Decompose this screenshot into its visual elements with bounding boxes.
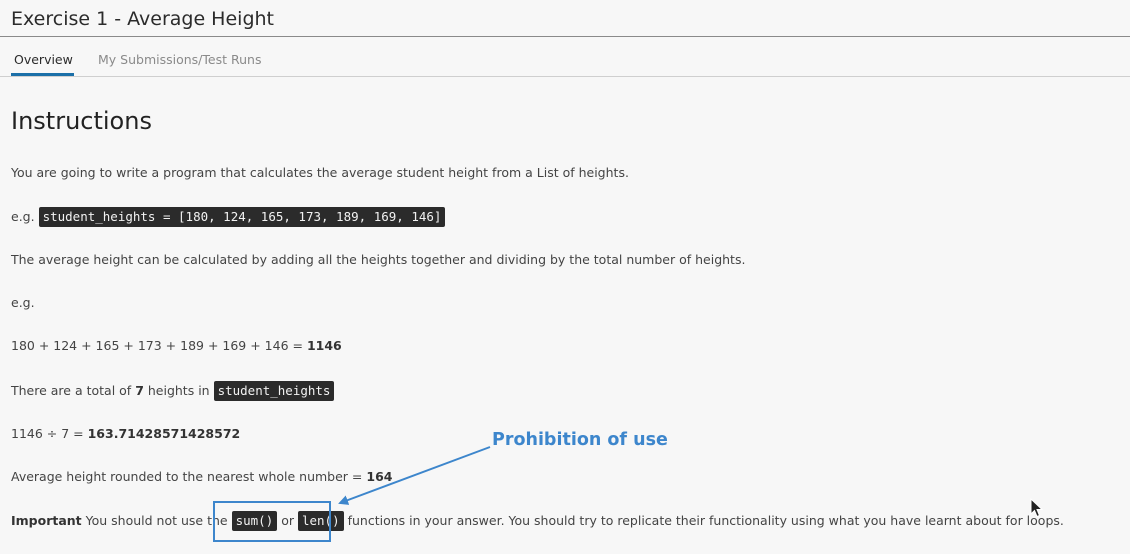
division-result: 163.71428571428572 xyxy=(87,426,241,441)
important-post: functions in your answer. You should try… xyxy=(343,513,1064,528)
division-expression: 1146 ÷ 7 = xyxy=(11,426,88,441)
count-prefix: There are a total of xyxy=(11,383,136,398)
rounded-line: Average height rounded to the nearest wh… xyxy=(11,469,392,485)
example-prefix: e.g. xyxy=(11,209,35,224)
important-label: Important xyxy=(11,513,82,528)
tab-bar: Overview My Submissions/Test Runs xyxy=(0,46,1130,76)
annotation-label: Prohibition of use xyxy=(492,430,668,450)
count-line: There are a total of 7 heights in studen… xyxy=(11,381,335,401)
rounded-value: 164 xyxy=(366,469,393,484)
rounded-text: Average height rounded to the nearest wh… xyxy=(11,469,367,484)
count-middle: heights in xyxy=(143,383,214,398)
sum-result: 1146 xyxy=(306,338,342,353)
sum-line: 180 + 124 + 165 + 173 + 189 + 169 + 146 … xyxy=(11,338,342,354)
tabs-divider xyxy=(0,76,1130,77)
tab-my-submissions[interactable]: My Submissions/Test Runs xyxy=(98,52,261,76)
eg-label: e.g. xyxy=(11,295,35,310)
example-code: student_heights = [180, 124, 165, 173, 1… xyxy=(38,207,446,227)
page-title: Exercise 1 - Average Height xyxy=(11,8,274,30)
title-divider xyxy=(0,36,1130,37)
count-code: student_heights xyxy=(213,381,335,401)
instructions-heading: Instructions xyxy=(11,107,152,135)
sum-expression: 180 + 124 + 165 + 173 + 189 + 169 + 146 … xyxy=(11,338,307,353)
mouse-pointer-icon xyxy=(1030,498,1044,518)
explanation-text: The average height can be calculated by … xyxy=(11,252,746,267)
important-pre: You should not use the xyxy=(81,513,232,528)
annotation-box xyxy=(213,501,331,542)
division-line: 1146 ÷ 7 = 163.71428571428572 xyxy=(11,426,240,442)
example-line: e.g. student_heights = [180, 124, 165, 1… xyxy=(11,207,446,227)
intro-text: You are going to write a program that ca… xyxy=(11,165,629,180)
count-value: 7 xyxy=(135,383,144,398)
important-line: Important You should not use the sum() o… xyxy=(11,511,1064,531)
